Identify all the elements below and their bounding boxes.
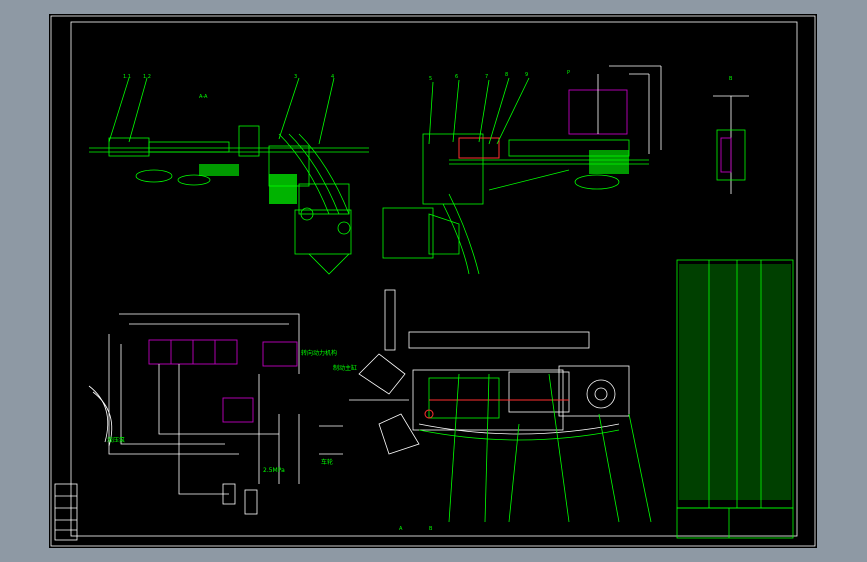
section-label: A-A	[199, 94, 208, 100]
svg-text:7: 7	[485, 74, 488, 80]
svg-text:B: B	[729, 76, 733, 82]
left-title-block	[54, 483, 78, 541]
parts-list-table	[676, 259, 794, 539]
hydraulic-schematic-top: P	[567, 65, 662, 154]
top-right-assembly: 5 6 7 8 9	[382, 72, 649, 275]
main-axle-assembly: A B	[349, 289, 652, 532]
hydraulic-circuit: 转向动力机构 制动主缸 液压泵 车轮 2.5MPa	[88, 313, 357, 515]
svg-text:1.1: 1.1	[123, 74, 131, 80]
pin-b-label: B	[429, 526, 433, 532]
svg-text:4: 4	[331, 74, 334, 80]
mechanical-drawing: 1.1 1.2 3 4 A-A 5 6 7 8 9 P B 转向动力机构 制动主…	[50, 15, 816, 547]
svg-text:8: 8	[505, 72, 508, 78]
svg-text:1.2: 1.2	[143, 74, 151, 80]
pump-label: 液压泵	[107, 436, 125, 444]
svg-text:3: 3	[294, 74, 297, 80]
svg-text:6: 6	[455, 74, 458, 80]
detail-view: B	[713, 76, 749, 194]
cad-drawing-viewport[interactable]: 1.1 1.2 3 4 A-A 5 6 7 8 9 P B 转向动力机构 制动主…	[49, 14, 817, 548]
svg-text:P: P	[567, 70, 570, 76]
steering-power-label: 转向动力机构	[301, 349, 337, 357]
pin-a-label: A	[399, 526, 403, 532]
top-left-assembly: 1.1 1.2 3 4 A-A	[89, 74, 369, 275]
brake-master-label: 制动主缸	[333, 364, 357, 372]
svg-text:5: 5	[429, 76, 432, 82]
pressure-label: 2.5MPa	[263, 467, 285, 474]
wheel-label: 车轮	[321, 458, 333, 466]
svg-text:9: 9	[525, 72, 528, 78]
